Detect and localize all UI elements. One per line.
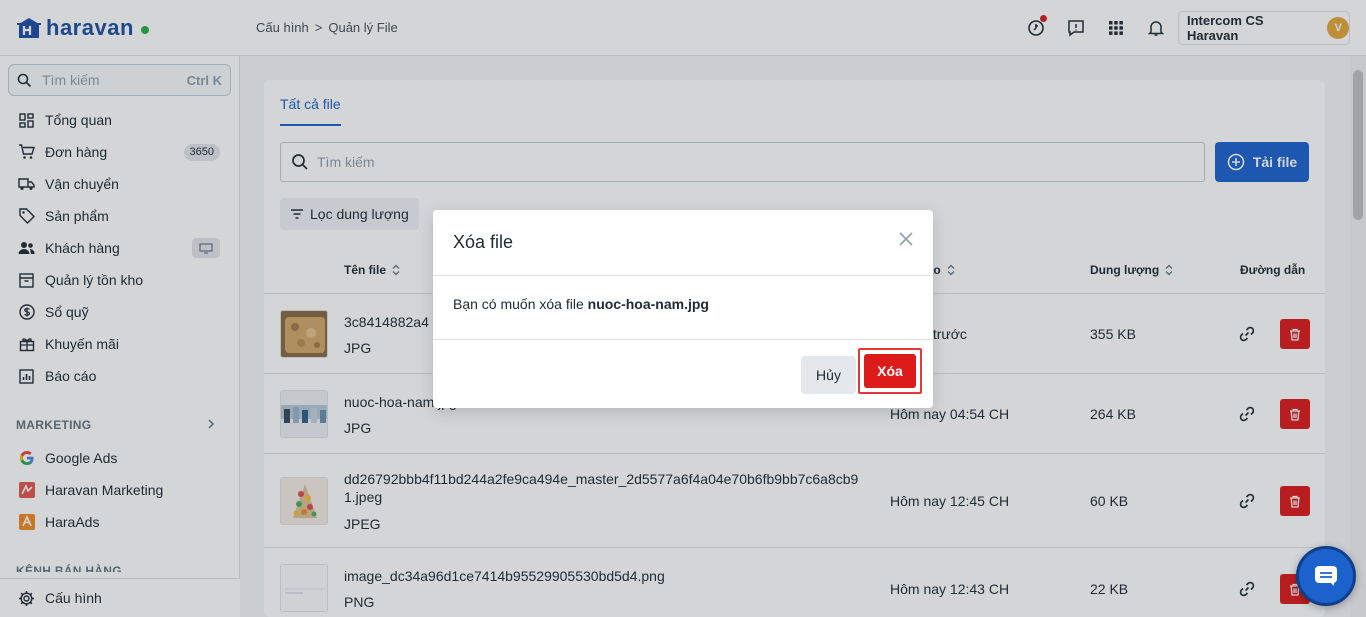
intercom-chat-button[interactable] (1296, 546, 1356, 606)
dialog-filename: nuoc-hoa-nam.jpg (587, 296, 709, 312)
dialog-body: Bạn có muốn xóa file nuoc-hoa-nam.jpg (433, 276, 933, 340)
confirm-delete-button[interactable]: Xóa (864, 354, 916, 388)
close-icon[interactable] (897, 230, 915, 248)
delete-file-dialog: Xóa file Bạn có muốn xóa file nuoc-hoa-n… (433, 210, 933, 408)
chat-icon (1315, 566, 1337, 586)
dialog-message: Bạn có muốn xóa file (453, 296, 588, 312)
cancel-button[interactable]: Hủy (801, 356, 856, 394)
dialog-header: Xóa file (433, 210, 933, 276)
dialog-title: Xóa file (453, 232, 514, 252)
delete-button-highlight: Xóa (858, 348, 922, 394)
